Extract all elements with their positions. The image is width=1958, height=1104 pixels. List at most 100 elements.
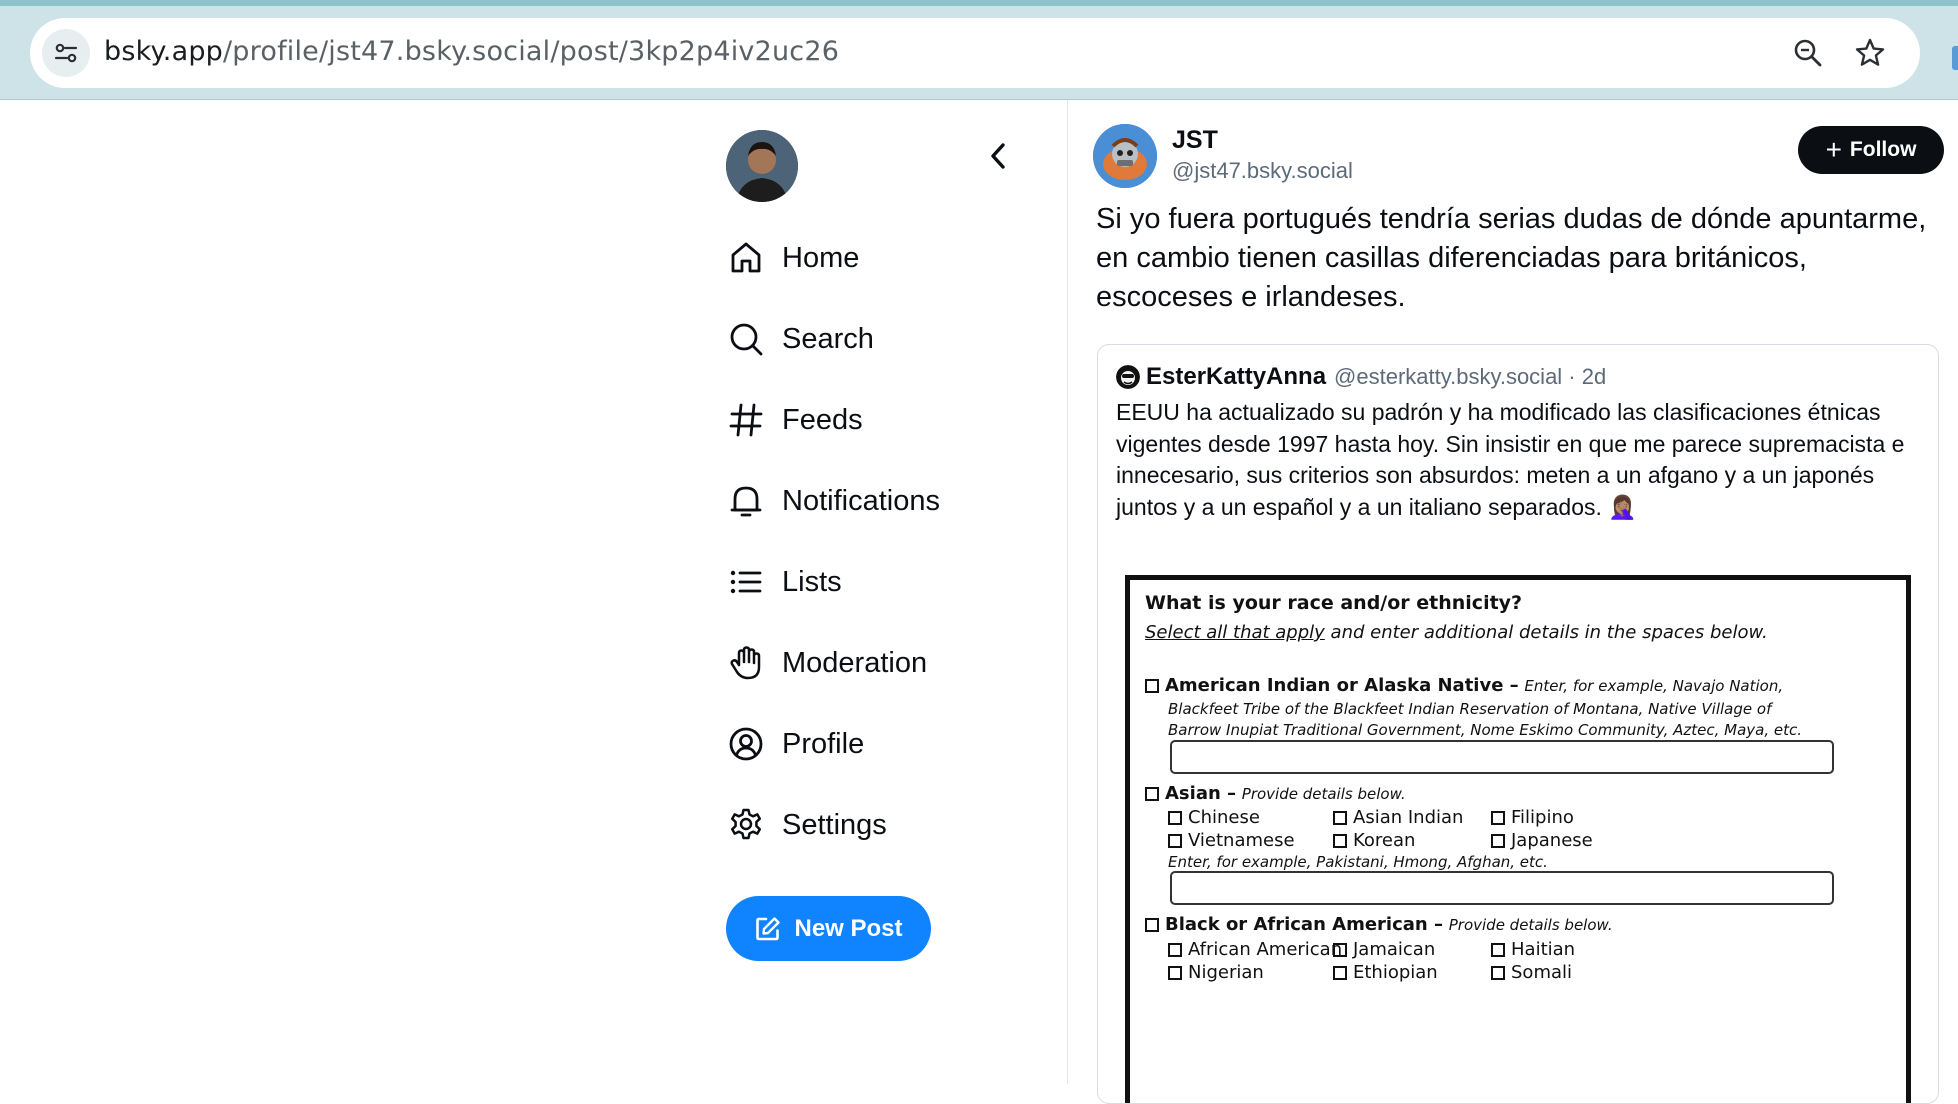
form-aian-row: American Indian or Alaska Native – Enter… [1145,675,1783,696]
nav-moderation-label: Moderation [782,646,928,679]
form-asian-input [1170,871,1834,905]
form-option-label: Haitian [1511,939,1576,960]
user-circle-icon [726,724,766,764]
url-domain: bsky.app [104,36,224,67]
quoted-author-handle: @esterkatty.bsky.social · 2d [1334,364,1607,389]
form-option-label: Jamaican [1353,939,1436,960]
checkbox-icon [1168,810,1182,825]
url-path: /profile/jst47.bsky.social/post/3kp2p4iv… [223,36,840,67]
my-avatar[interactable] [726,130,798,202]
nav-feeds[interactable]: Feeds [726,392,863,448]
author-avatar[interactable] [1093,124,1157,188]
form-option-label: Korean [1353,830,1416,851]
checkbox-icon [1333,965,1347,980]
quoted-post[interactable]: EsterKattyAnna @esterkatty.bsky.social ·… [1097,344,1939,1104]
form-option-label: Filipino [1511,807,1574,828]
form-aian-label: American Indian or Alaska Native – [1165,675,1519,696]
checkbox-icon [1145,678,1159,693]
nav-search-label: Search [782,322,874,355]
form-option: Chinese [1168,807,1260,828]
checkbox-icon [1145,786,1159,801]
author-name[interactable]: JST [1172,126,1218,155]
nav-lists[interactable]: Lists [726,554,842,610]
form-option: African American [1168,939,1342,960]
left-nav: Home Search Feeds Notifications Lists Mo… [726,100,1066,1084]
follow-label: Follow [1849,138,1917,161]
collapse-chevron-icon[interactable] [976,134,1020,178]
quoted-author-name: EsterKattyAnna [1146,363,1327,390]
form-question: What is your race and/or ethnicity? [1145,592,1523,614]
address-bar[interactable]: bsky.app/profile/jst47.bsky.social/post/… [30,18,1920,88]
form-asian-label: Asian – [1165,783,1237,804]
checkbox-icon [1491,942,1505,957]
checkbox-icon [1145,917,1159,932]
checkbox-icon [1168,965,1182,980]
search-icon [726,319,766,359]
form-option-label: Chinese [1188,807,1260,828]
form-option: Filipino [1491,807,1574,828]
form-option: Japanese [1491,830,1593,851]
nav-settings[interactable]: Settings [726,797,887,853]
form-asian-row: Asian – Provide details below. [1145,783,1406,804]
nav-home[interactable]: Home [726,230,859,286]
form-option: Somali [1491,962,1572,983]
checkbox-icon [1168,942,1182,957]
zoom-icon[interactable] [1790,35,1826,71]
follow-button[interactable]: + Follow [1798,126,1944,174]
new-post-label: New Post [794,914,903,942]
plus-icon: + [1825,134,1842,165]
author-handle[interactable]: @jst47.bsky.social [1172,158,1353,184]
compose-icon [754,915,782,943]
gear-icon [726,805,766,845]
home-icon [726,238,766,278]
form-aian-hint: Enter, for example, Navajo Nation, [1524,676,1784,695]
form-option: Haitian [1491,939,1575,960]
bell-icon [726,481,766,521]
form-option-label: African American [1188,939,1343,960]
new-post-button[interactable]: New Post [726,896,931,961]
quoted-post-header: EsterKattyAnna @esterkatty.bsky.social ·… [1116,363,1606,391]
form-aian-input [1170,740,1834,774]
checkbox-icon [1491,833,1505,848]
form-option-label: Nigerian [1188,962,1264,983]
hand-icon [726,643,766,683]
nav-profile[interactable]: Profile [726,716,864,772]
form-option: Ethiopian [1333,962,1438,983]
form-option-label: Ethiopian [1353,962,1438,983]
checkbox-icon [1333,942,1347,957]
nav-moderation[interactable]: Moderation [726,635,927,691]
form-instructions: Select all that apply and enter addition… [1145,622,1768,643]
nav-profile-label: Profile [782,727,865,760]
census-form-image[interactable]: What is your race and/or ethnicity? Sele… [1125,575,1911,1103]
profile-indicator [1952,46,1958,70]
checkbox-icon [1168,833,1182,848]
form-option-label: Asian Indian [1353,807,1464,828]
nav-home-label: Home [782,241,860,274]
form-option: Vietnamese [1168,830,1295,851]
site-settings-icon[interactable] [42,29,90,77]
list-icon [726,562,766,602]
form-instructions-underlined: Select all that apply [1145,622,1325,643]
form-option: Jamaican [1333,939,1435,960]
form-option: Korean [1333,830,1415,851]
form-black-label: Black or African American – [1165,914,1443,935]
form-aian-hint-line3: Barrow Inupiat Traditional Government, N… [1168,721,1803,739]
post-thread: JST @jst47.bsky.social + Follow Si yo fue… [1068,100,1958,1104]
nav-search[interactable]: Search [726,311,874,367]
checkbox-icon [1491,810,1505,825]
form-instructions-rest: and enter additional details in the spac… [1324,622,1768,643]
nav-notifications-label: Notifications [782,484,940,517]
quoted-author-avatar [1116,365,1140,389]
browser-toolbar: bsky.app/profile/jst47.bsky.social/post/… [0,0,1958,100]
form-asian-example: Enter, for example, Pakistani, Hmong, Af… [1168,853,1548,871]
bookmark-star-icon[interactable] [1852,35,1888,71]
checkbox-icon [1491,965,1505,980]
checkbox-icon [1333,833,1347,848]
nav-feeds-label: Feeds [782,403,863,436]
url-text[interactable]: bsky.app/profile/jst47.bsky.social/post/… [104,36,839,67]
post-text: Si yo fuera portugués tendría serias dud… [1096,203,1927,313]
nav-notifications[interactable]: Notifications [726,473,940,529]
quoted-post-text: EEUU ha actualizado su padrón y ha modif… [1116,399,1905,520]
checkbox-icon [1333,810,1347,825]
form-option-label: Vietnamese [1188,830,1295,851]
